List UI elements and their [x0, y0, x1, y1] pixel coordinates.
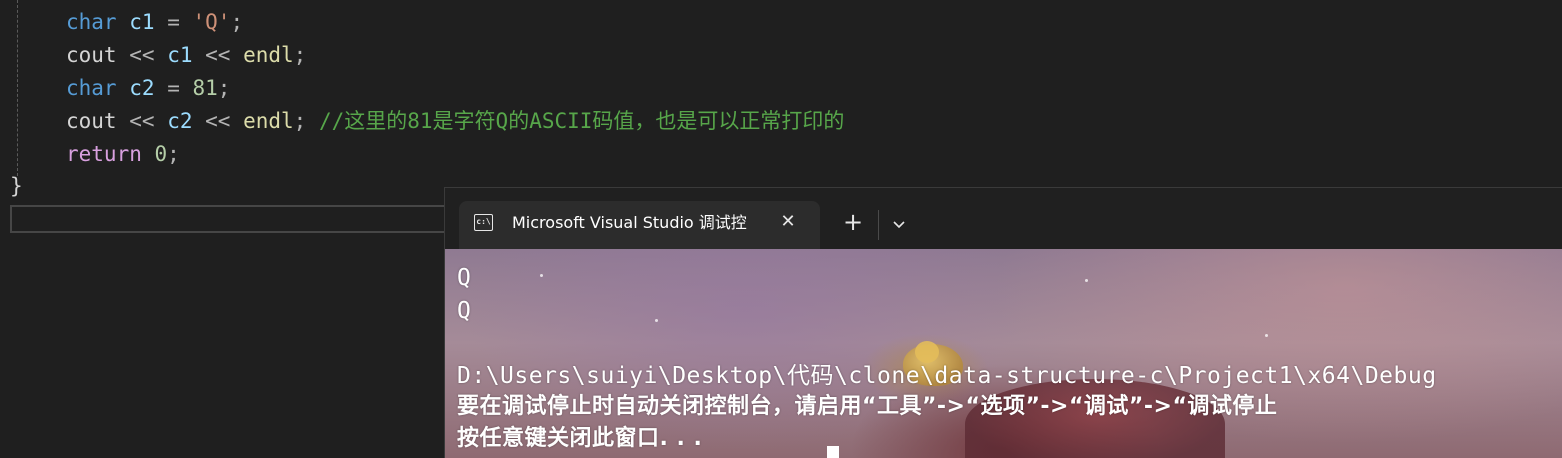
background-sparkle	[1265, 334, 1268, 337]
code-line-5: return 0;	[66, 142, 180, 166]
code-comment: //这里的81是字符Q的ASCII码值，也是可以正常打印的	[318, 109, 845, 133]
indent-guide	[17, 0, 18, 176]
chevron-down-icon[interactable]	[887, 212, 911, 236]
debug-console-window[interactable]: c:\ Microsoft Visual Studio 调试控 ✕ + Q Q …	[444, 187, 1562, 458]
close-icon[interactable]: ✕	[777, 211, 799, 233]
background-sparkle	[540, 274, 543, 277]
console-app-icon: c:\	[474, 214, 493, 231]
background-sparkle	[655, 319, 658, 322]
code-line-2: cout << c1 << endl;	[66, 43, 307, 67]
code-line-3: char c2 = 81;	[66, 76, 231, 100]
console-cursor	[827, 446, 839, 458]
tab-debug-console[interactable]: c:\ Microsoft Visual Studio 调试控 ✕	[459, 201, 820, 249]
current-line-highlight[interactable]	[10, 205, 450, 233]
plus-icon[interactable]: +	[841, 210, 865, 235]
output-path-line: D:\Users\suiyi\Desktop\代码\clone\data-str…	[457, 363, 1437, 389]
code-line-4: cout << c2 << endl; //这里的81是字符Q的ASCII码值，…	[66, 109, 845, 133]
tab-title: Microsoft Visual Studio 调试控	[512, 213, 747, 232]
output-hint-line: 要在调试停止时自动关闭控制台，请启用“工具”->“选项”->“调试”->“调试停…	[457, 394, 1278, 419]
closing-brace: }	[10, 174, 23, 198]
terminal-titlebar[interactable]: c:\ Microsoft Visual Studio 调试控 ✕ +	[445, 188, 1562, 249]
output-line-1: Q	[457, 265, 472, 291]
background-sparkle	[1085, 279, 1088, 282]
titlebar-divider	[878, 210, 879, 240]
output-line-2: Q	[457, 298, 472, 324]
console-output-area[interactable]: Q Q D:\Users\suiyi\Desktop\代码\clone\data…	[445, 249, 1562, 458]
output-close-line: 按任意键关闭此窗口. . .	[457, 426, 703, 451]
code-line-1: char c1 = 'Q';	[66, 10, 244, 34]
